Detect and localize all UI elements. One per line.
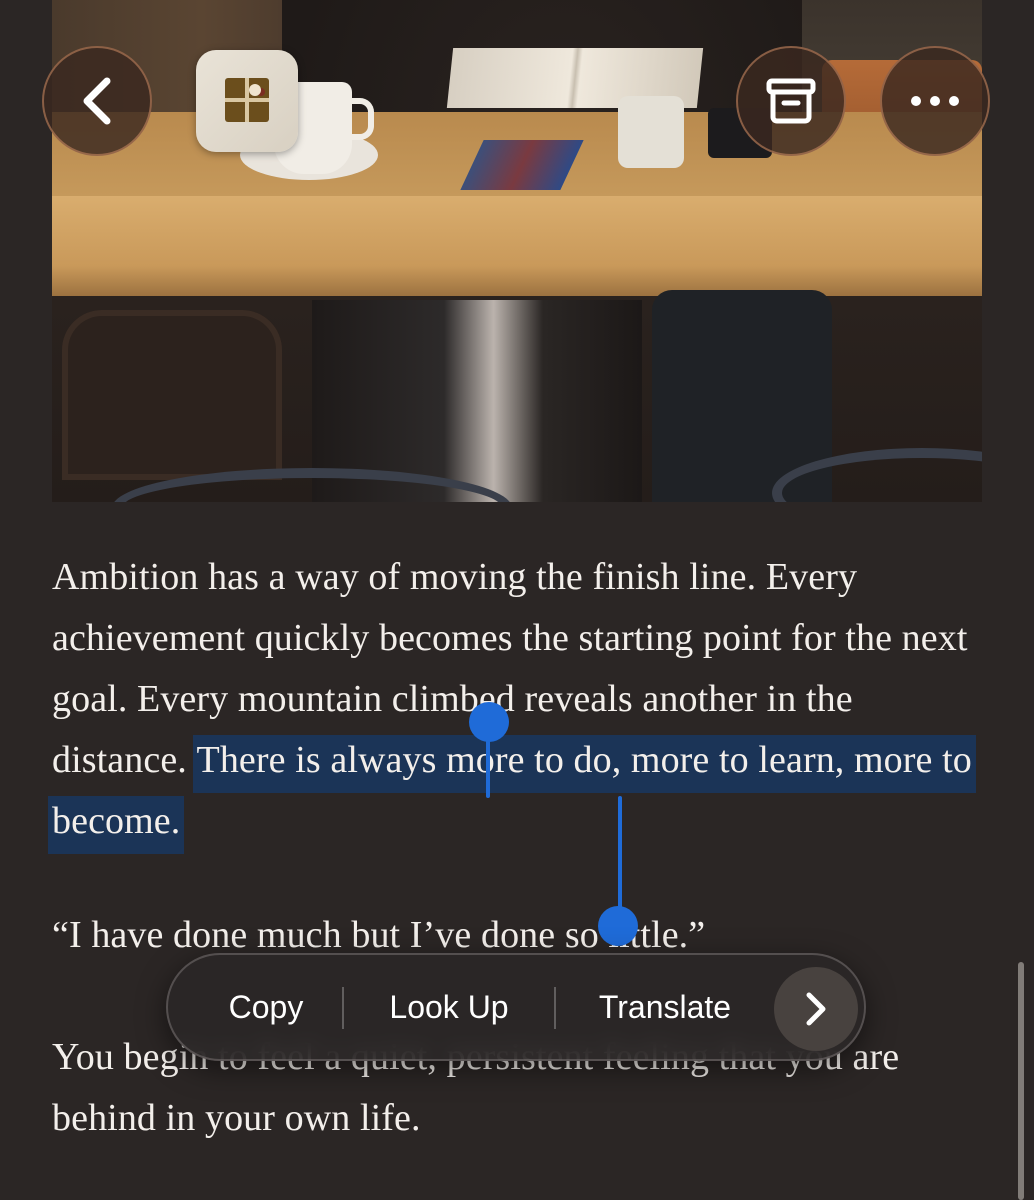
photo-table-edge: [52, 196, 982, 296]
photo-glasses-case: [618, 96, 684, 168]
article-thumbnail[interactable]: [196, 50, 298, 152]
look-up-button[interactable]: Look Up: [344, 955, 554, 1059]
back-button[interactable]: [42, 46, 152, 156]
text-selection-menu: Copy Look Up Translate: [166, 953, 866, 1061]
copy-button[interactable]: Copy: [190, 955, 342, 1059]
chevron-left-icon: [83, 77, 111, 125]
selection-end-handle[interactable]: [598, 906, 638, 946]
gift-bow: [249, 84, 261, 96]
paragraph-1[interactable]: Ambition has a way of moving the finish …: [48, 547, 992, 854]
chevron-right-icon: [806, 992, 826, 1026]
hero-image: [52, 0, 982, 502]
archive-box-icon: [766, 78, 816, 124]
translate-button[interactable]: Translate: [556, 955, 774, 1059]
more-options-button[interactable]: [880, 46, 990, 156]
selection-start-handle[interactable]: [469, 702, 509, 742]
more-actions-button[interactable]: [774, 967, 858, 1051]
gift-ribbon-horizontal: [225, 98, 269, 102]
photo-chair-left: [62, 310, 282, 480]
ellipsis-icon: [911, 96, 959, 106]
archive-button[interactable]: [736, 46, 846, 156]
photo-cup-handle: [344, 98, 374, 140]
scroll-indicator[interactable]: [1018, 962, 1024, 1200]
